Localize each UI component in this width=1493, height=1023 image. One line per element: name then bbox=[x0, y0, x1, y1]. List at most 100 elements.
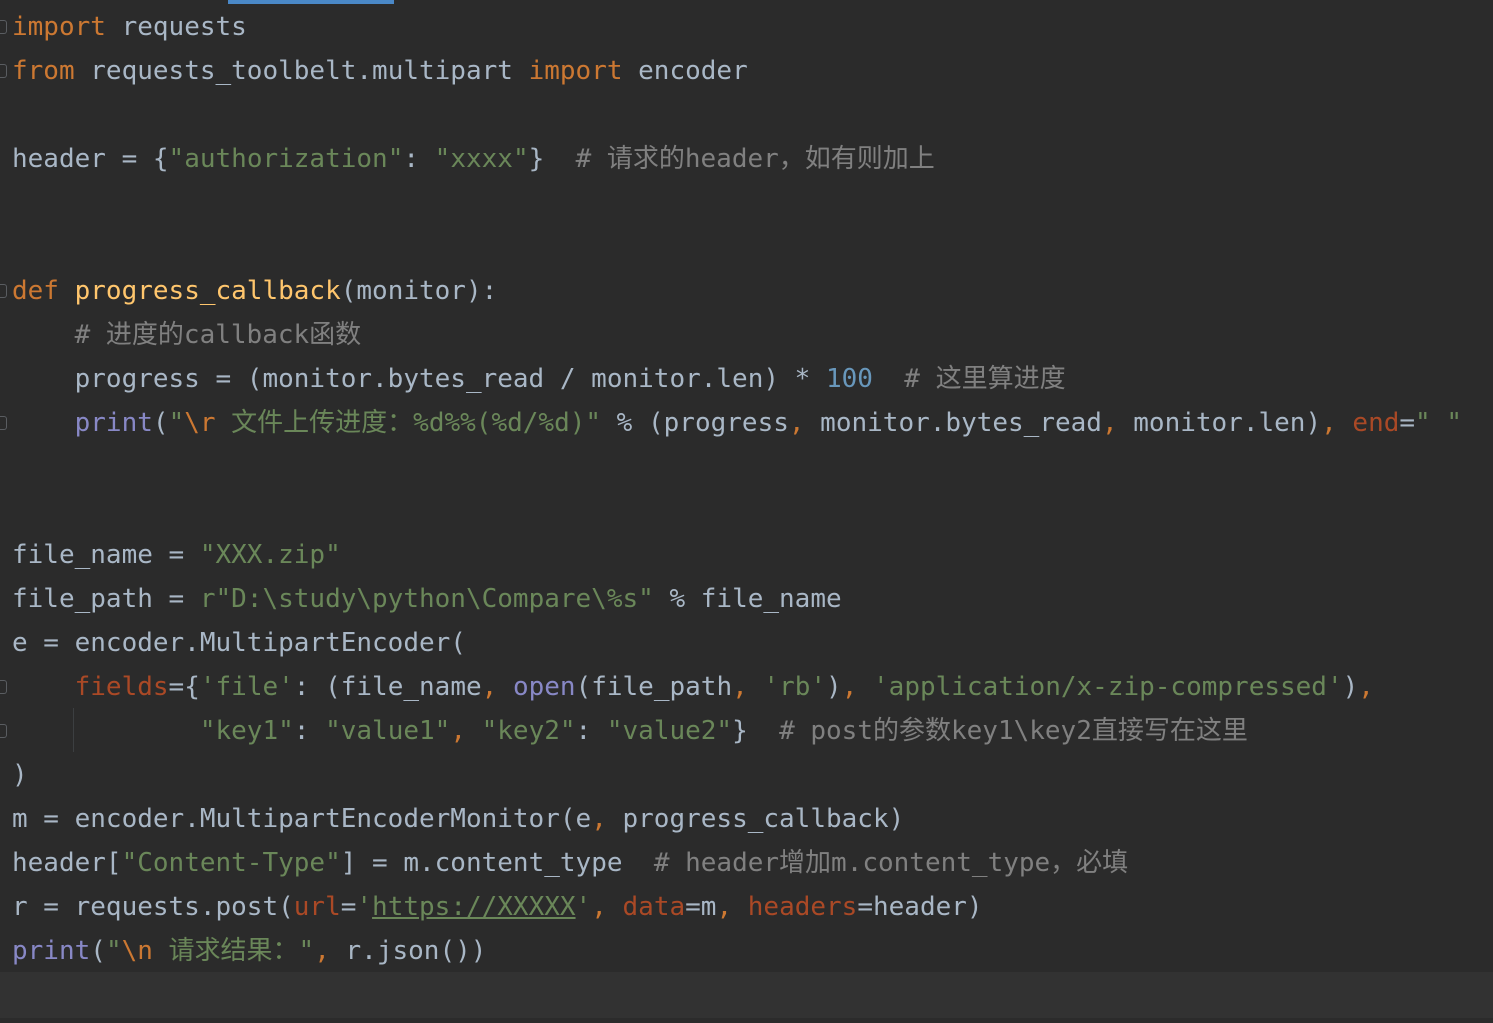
code-token: , bbox=[732, 672, 748, 702]
code-line[interactable]: ) bbox=[12, 753, 28, 797]
code-token: } bbox=[732, 716, 780, 746]
code-token: # post的参数key1\key2直接写在这里 bbox=[779, 716, 1248, 746]
code-token: ' bbox=[575, 892, 592, 922]
code-token: , bbox=[450, 716, 466, 746]
code-line[interactable]: # 进度的callback函数 bbox=[12, 313, 362, 357]
code-token: url bbox=[293, 892, 341, 922]
code-token: 'file' bbox=[199, 672, 294, 702]
active-tab-indicator bbox=[228, 0, 394, 4]
code-line[interactable]: import requests bbox=[12, 5, 247, 49]
code-token: ={ bbox=[168, 672, 200, 702]
code-token: print bbox=[12, 936, 91, 966]
fold-marker-icon[interactable] bbox=[0, 416, 7, 430]
code-line[interactable]: file_name = "XXX.zip" bbox=[12, 533, 341, 577]
code-token: 文件上传进度：%d%%(%d/%d)" bbox=[215, 408, 602, 438]
code-line[interactable]: fields={'file': (file_name, open(file_pa… bbox=[12, 665, 1374, 709]
code-token: file_name = bbox=[12, 540, 200, 570]
code-token: encoder bbox=[622, 56, 748, 86]
code-token: e = encoder.MultipartEncoder( bbox=[12, 628, 466, 658]
code-line[interactable]: def progress_callback(monitor): bbox=[12, 269, 497, 313]
code-token: monitor.len) bbox=[1117, 408, 1322, 438]
code-token: progress = (monitor.bytes_read / monitor… bbox=[12, 364, 826, 394]
code-token: headers bbox=[747, 892, 858, 922]
code-token: : bbox=[293, 716, 326, 746]
code-token: = bbox=[1399, 408, 1416, 438]
code-token: " " bbox=[1415, 408, 1463, 438]
code-token: 'application/x-zip-compressed' bbox=[873, 672, 1343, 702]
code-line[interactable]: r = requests.post(url='https://XXXXX', d… bbox=[12, 885, 983, 929]
code-token: r"D:\study\python\Compare\%s" bbox=[199, 584, 654, 614]
code-token: end bbox=[1352, 408, 1400, 438]
code-token: : bbox=[575, 716, 607, 746]
code-line[interactable]: "key1": "value1", "key2": "value2"} # po… bbox=[12, 709, 1248, 753]
code-token: \r bbox=[184, 408, 216, 438]
code-token: fields bbox=[74, 672, 169, 702]
code-line[interactable]: header["Content-Type"] = m.content_type … bbox=[12, 841, 1128, 885]
code-token: "key1" bbox=[199, 716, 294, 746]
code-token: header[ bbox=[12, 848, 122, 878]
code-token: (file_path bbox=[575, 672, 733, 702]
code-token: : bbox=[403, 144, 435, 174]
code-token: monitor.bytes_read bbox=[804, 408, 1102, 438]
code-token: = bbox=[340, 892, 357, 922]
code-token: progress_callback bbox=[74, 276, 341, 306]
code-token: : (file_name bbox=[293, 672, 482, 702]
code-token: r = requests.post( bbox=[12, 892, 294, 922]
code-token: ' bbox=[356, 892, 373, 922]
code-token: file_path = bbox=[12, 584, 200, 614]
code-token: , bbox=[716, 892, 733, 922]
fold-marker-icon[interactable] bbox=[0, 64, 7, 78]
code-token: % (progress bbox=[601, 408, 789, 438]
code-token: # header增加m.content_type，必填 bbox=[653, 848, 1129, 878]
code-token: , bbox=[591, 892, 607, 922]
code-token: "Content-Type" bbox=[121, 848, 341, 878]
code-token: # 这里算进度 bbox=[904, 364, 1066, 394]
code-token: 请求结果：" bbox=[152, 936, 315, 966]
code-token: \n bbox=[121, 936, 153, 966]
code-token: ) bbox=[826, 672, 842, 702]
code-token: "authorization" bbox=[168, 144, 404, 174]
code-token: (monitor): bbox=[340, 276, 498, 306]
fold-marker-icon[interactable] bbox=[0, 680, 7, 694]
fold-marker-icon[interactable] bbox=[0, 20, 7, 34]
code-token: % file_name bbox=[653, 584, 842, 614]
code-token: , bbox=[481, 672, 498, 702]
code-line[interactable]: print("\n 请求结果：", r.json()) bbox=[12, 929, 486, 973]
code-token: import bbox=[528, 56, 623, 86]
code-token: https://XXXXX bbox=[372, 892, 576, 922]
code-token: =m bbox=[685, 892, 717, 922]
code-token: # 请求的header，如有则加上 bbox=[575, 144, 935, 174]
code-line[interactable]: e = encoder.MultipartEncoder( bbox=[12, 621, 466, 665]
code-line[interactable]: from requests_toolbelt.multipart import … bbox=[12, 49, 748, 93]
code-token: print bbox=[74, 408, 153, 438]
editor-bottom-area bbox=[0, 972, 1493, 1018]
code-token: from bbox=[12, 56, 75, 86]
fold-marker-icon[interactable] bbox=[0, 724, 7, 738]
code-line[interactable]: progress = (monitor.bytes_read / monitor… bbox=[12, 357, 1066, 401]
code-token: ( bbox=[152, 408, 169, 438]
code-token: , bbox=[591, 804, 607, 834]
code-line[interactable]: header = {"authorization": "xxxx"} # 请求的… bbox=[12, 137, 935, 181]
code-token: "xxxx" bbox=[434, 144, 529, 174]
code-line[interactable]: print("\r 文件上传进度：%d%%(%d/%d)" % (progres… bbox=[12, 401, 1462, 445]
code-token: , bbox=[788, 408, 805, 438]
fold-marker-icon[interactable] bbox=[0, 284, 7, 298]
code-token: ( bbox=[90, 936, 106, 966]
code-token: , bbox=[1358, 672, 1374, 702]
code-line[interactable]: file_path = r"D:\study\python\Compare\%s… bbox=[12, 577, 842, 621]
code-editor[interactable]: import requests from requests_toolbelt.mu… bbox=[0, 0, 1493, 1023]
code-token: "key2" bbox=[481, 716, 576, 746]
code-token: header = { bbox=[12, 144, 169, 174]
code-token: data bbox=[622, 892, 686, 922]
code-token: open bbox=[512, 672, 576, 702]
code-token: m = encoder.MultipartEncoderMonitor(e bbox=[12, 804, 592, 834]
code-token: =header) bbox=[857, 892, 983, 922]
code-line[interactable]: m = encoder.MultipartEncoderMonitor(e, p… bbox=[12, 797, 904, 841]
code-token: 'rb' bbox=[763, 672, 827, 702]
